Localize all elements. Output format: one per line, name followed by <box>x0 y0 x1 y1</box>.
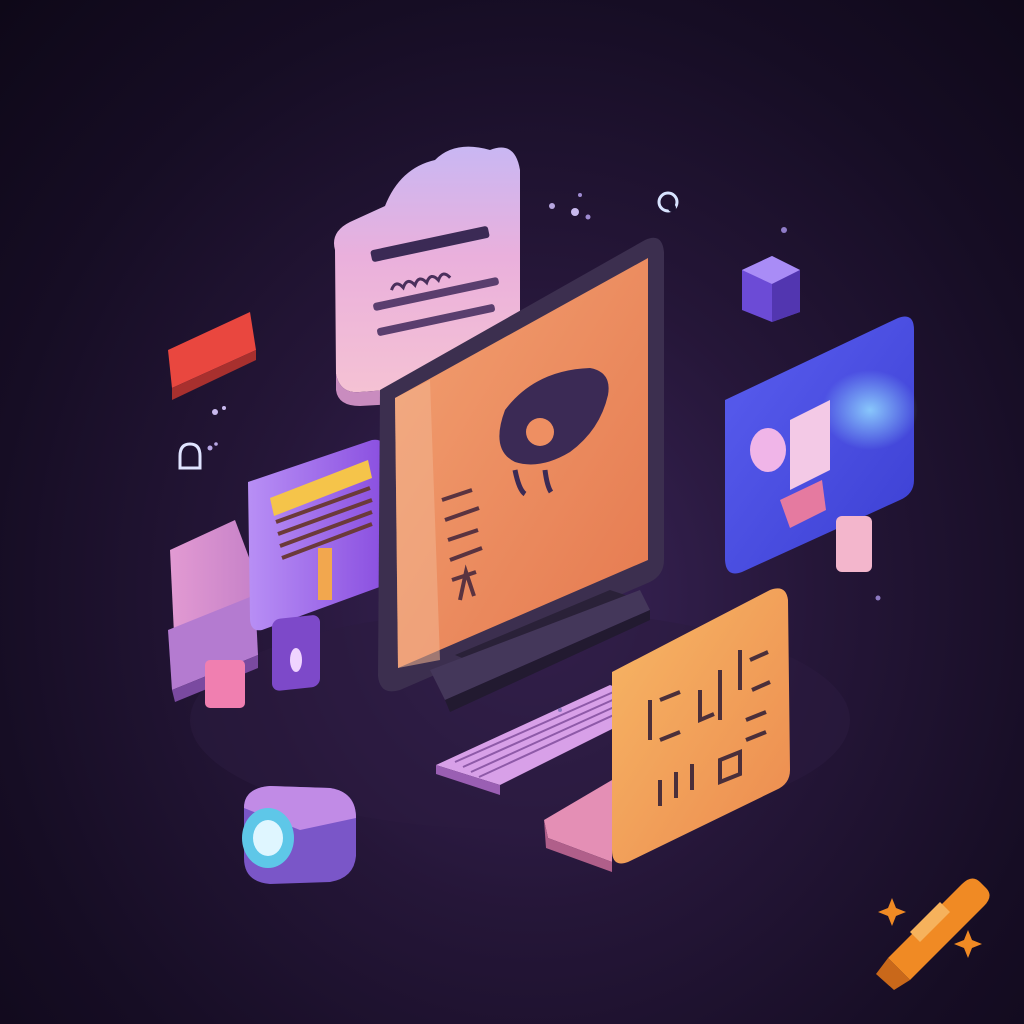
isometric-tech-illustration <box>168 146 990 990</box>
blue-card <box>725 316 918 574</box>
lock-card <box>272 615 320 691</box>
pink-tile <box>205 660 245 708</box>
purple-striped-card <box>248 439 385 631</box>
red-card <box>168 312 256 400</box>
pink-tab <box>836 516 872 572</box>
camera-icon <box>242 786 356 884</box>
cube-icon <box>742 256 800 322</box>
crayon-logo-icon <box>876 878 990 990</box>
illustration-scene <box>0 0 1024 1024</box>
left-block-stack <box>168 520 258 708</box>
